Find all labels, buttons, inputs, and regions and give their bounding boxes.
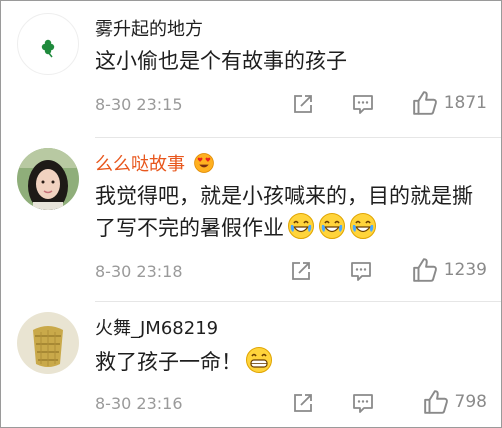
username-text: 么么哒故事 — [95, 154, 185, 175]
comment-time: 8-30 23:18 — [95, 261, 183, 281]
comment-item: 雾升起的地方 这小偷也是个有故事的孩子 8-30 23:15 1871 — [1, 1, 502, 137]
laugh-cry-emoji-icon — [287, 212, 315, 240]
comment-text: 救了孩子一命！ — [95, 346, 487, 378]
comment-time: 8-30 23:15 — [95, 94, 183, 114]
comment-icon[interactable] — [351, 391, 375, 415]
comment-meta: 8-30 23:16 798 — [95, 389, 493, 417]
username[interactable]: 么么哒故事 — [95, 150, 215, 176]
avatar[interactable] — [17, 13, 79, 75]
like-count: 1239 — [443, 260, 487, 280]
like-count: 1871 — [443, 93, 487, 113]
thumbs-up-icon — [423, 389, 449, 415]
thumbs-up-icon — [412, 90, 438, 116]
laugh-cry-emoji-icon — [349, 212, 377, 240]
username[interactable]: 火舞_JM68219 — [95, 314, 218, 340]
heart-eyes-emoji-icon — [193, 153, 214, 173]
comment-text: 我觉得吧，就是小孩喊来的，目的就是撕了写不完的暑假作业 — [95, 180, 487, 244]
like-button[interactable]: 798 — [423, 389, 487, 415]
share-icon[interactable] — [291, 92, 315, 116]
comment-icon[interactable] — [351, 92, 375, 116]
cup-photo-avatar-icon — [17, 312, 79, 374]
grin-emoji-icon — [246, 347, 272, 373]
comment-list: 雾升起的地方 这小偷也是个有故事的孩子 8-30 23:15 1871 么么哒故… — [0, 0, 502, 428]
comment-icon[interactable] — [349, 259, 373, 283]
comment-time: 8-30 23:16 — [95, 393, 183, 413]
comment-meta: 8-30 23:15 1871 — [95, 90, 493, 118]
like-count: 798 — [454, 392, 487, 412]
comment-text-body: 我觉得吧，就是小孩喊来的，目的就是撕了写不完的暑假作业 — [95, 184, 473, 240]
avatar[interactable] — [17, 312, 79, 374]
like-button[interactable]: 1871 — [412, 90, 487, 116]
comment-item: 么么哒故事 我觉得吧，就是小孩喊来的，目的就是撕了写不完的暑假作业 8-30 2… — [1, 138, 502, 301]
like-button[interactable]: 1239 — [412, 257, 487, 283]
laugh-cry-emoji-icon — [318, 212, 346, 240]
avatar[interactable] — [17, 148, 79, 210]
share-icon[interactable] — [289, 259, 313, 283]
comment-item: 火舞_JM68219 救了孩子一命！ 8-30 23:16 798 — [1, 302, 502, 428]
comment-meta: 8-30 23:18 1239 — [95, 257, 493, 285]
thumbs-up-icon — [412, 257, 438, 283]
clover-avatar-icon — [41, 39, 55, 58]
username[interactable]: 雾升起的地方 — [95, 15, 203, 41]
share-icon[interactable] — [291, 391, 315, 415]
comment-text-body: 救了孩子一命！ — [95, 350, 242, 374]
girl-photo-avatar-icon — [17, 148, 79, 210]
comment-text: 这小偷也是个有故事的孩子 — [95, 49, 347, 73]
